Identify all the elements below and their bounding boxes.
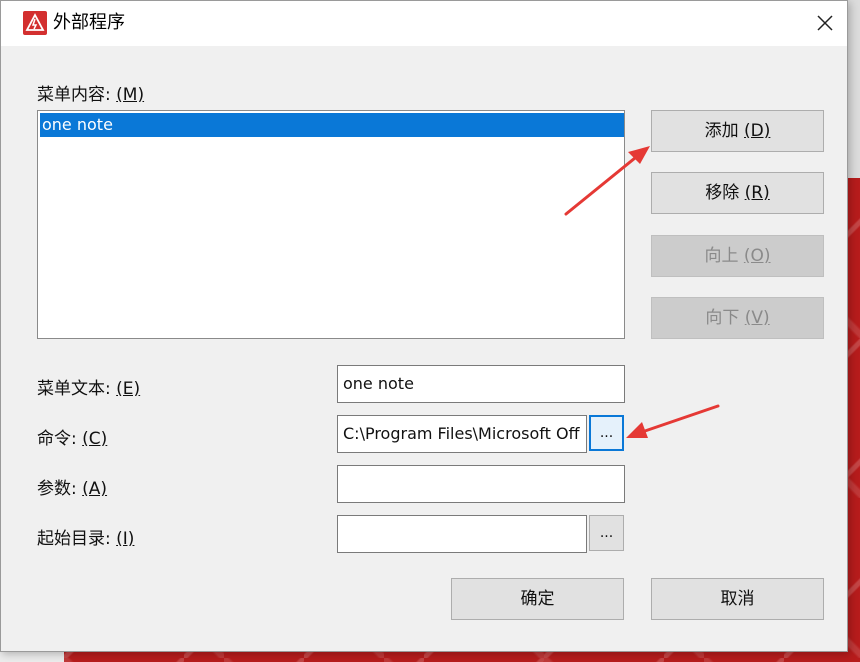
close-icon	[817, 15, 833, 31]
menu-contents-list[interactable]: one note	[37, 110, 625, 339]
move-up-button[interactable]: 向上 (O)	[651, 235, 824, 277]
menu-contents-label: 菜单内容: (M)	[37, 85, 145, 105]
window-title: 外部程序	[53, 12, 125, 33]
arguments-field[interactable]	[337, 465, 625, 503]
command-field[interactable]: C:\Program Files\Microsoft Off	[337, 415, 587, 453]
command-label: 命令: (C)	[37, 429, 108, 449]
close-button[interactable]	[807, 6, 843, 40]
add-button[interactable]: 添加 (D)	[651, 110, 824, 152]
arguments-label: 参数: (A)	[37, 479, 108, 499]
app-logo-icon	[23, 11, 47, 35]
ok-button[interactable]: 确定	[451, 578, 624, 620]
remove-button[interactable]: 移除 (R)	[651, 172, 824, 214]
annotation-arrow-add	[564, 146, 650, 216]
background-strip	[848, 0, 860, 178]
initial-directory-browse-button[interactable]: ...	[589, 515, 624, 551]
annotation-arrow-command	[626, 404, 720, 438]
list-item[interactable]: one note	[40, 113, 624, 137]
menu-text-label: 菜单文本: (E)	[37, 379, 141, 399]
external-programs-dialog: 外部程序 菜单内容: (M) one note 添加 (D) 移除 (R) 向上…	[0, 0, 848, 652]
move-down-button[interactable]: 向下 (V)	[651, 297, 824, 339]
command-browse-button[interactable]: ...	[589, 415, 624, 451]
initial-directory-label: 起始目录: (I)	[37, 529, 135, 549]
cancel-button[interactable]: 取消	[651, 578, 824, 620]
title-bar: 外部程序	[1, 1, 847, 46]
initial-directory-field[interactable]	[337, 515, 587, 553]
menu-text-field[interactable]: one note	[337, 365, 625, 403]
